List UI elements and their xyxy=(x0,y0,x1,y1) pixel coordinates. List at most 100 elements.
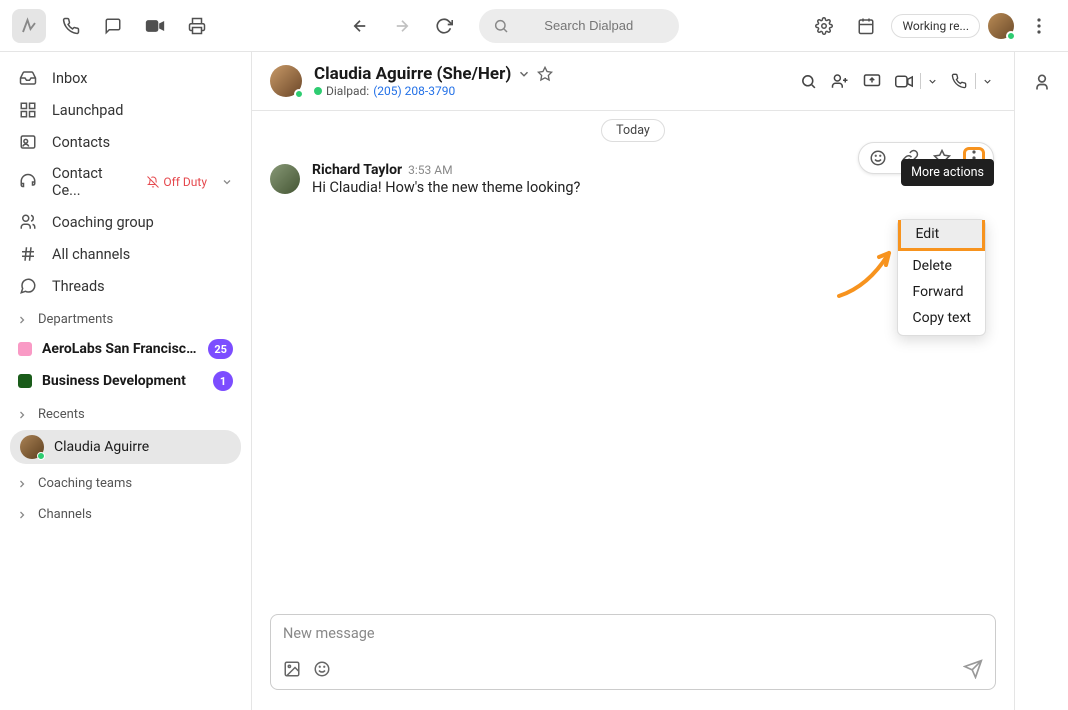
nav-back-icon[interactable] xyxy=(343,9,377,43)
message-actions-menu: Edit Delete Forward Copy text xyxy=(897,219,986,336)
chevron-right-icon xyxy=(16,478,28,490)
profile-icon[interactable] xyxy=(1032,72,1052,92)
send-icon[interactable] xyxy=(963,659,983,679)
dept-label: Business Development xyxy=(42,373,203,389)
section-label: Departments xyxy=(38,312,113,327)
settings-icon[interactable] xyxy=(807,9,841,43)
menu-delete[interactable]: Delete xyxy=(898,253,985,279)
threads-icon xyxy=(18,277,38,295)
search-bar[interactable] xyxy=(479,9,679,43)
section-departments[interactable]: Departments xyxy=(6,302,245,333)
off-duty-badge: Off Duty xyxy=(147,175,207,189)
nav-contact-center[interactable]: Contact Ce... Off Duty xyxy=(6,158,245,206)
star-icon[interactable] xyxy=(537,66,553,82)
section-label: Recents xyxy=(38,407,85,422)
message-author[interactable]: Richard Taylor xyxy=(312,162,402,178)
search-icon xyxy=(493,18,509,34)
composer-area: New message xyxy=(252,602,1014,710)
search-input[interactable] xyxy=(519,18,659,33)
nav-label: Contacts xyxy=(52,134,233,151)
avatar xyxy=(20,435,44,459)
nav-label: Coaching group xyxy=(52,214,233,231)
unread-badge: 25 xyxy=(208,339,233,359)
sub-prefix: Dialpad: xyxy=(326,84,369,98)
section-channels[interactable]: Channels xyxy=(6,497,245,528)
section-label: Coaching teams xyxy=(38,476,132,491)
call-dropdown-icon[interactable] xyxy=(978,67,996,95)
nav-label: Contact Ce... xyxy=(52,165,133,199)
nav-coaching-group[interactable]: Coaching group xyxy=(6,206,245,238)
message-row: Richard Taylor 3:53 AM Hi Claudia! How's… xyxy=(252,158,1014,202)
recent-claudia[interactable]: Claudia Aguirre xyxy=(10,430,241,464)
video-call-icon[interactable] xyxy=(890,67,918,95)
message-icon[interactable] xyxy=(96,9,130,43)
conversation-header: Claudia Aguirre (She/Her) Dialpad: (205)… xyxy=(252,52,1014,111)
refresh-icon[interactable] xyxy=(427,9,461,43)
video-icon[interactable] xyxy=(138,9,172,43)
chevron-right-icon xyxy=(16,409,28,421)
user-avatar[interactable] xyxy=(988,13,1014,39)
nav-label: Inbox xyxy=(52,70,233,87)
composer[interactable]: New message xyxy=(270,614,996,690)
video-dropdown-icon[interactable] xyxy=(923,67,941,95)
nav-contacts[interactable]: Contacts xyxy=(6,126,245,158)
dept-bizdev[interactable]: Business Development 1 xyxy=(6,365,245,397)
recent-label: Claudia Aguirre xyxy=(54,439,149,455)
section-coaching-teams[interactable]: Coaching teams xyxy=(6,466,245,497)
contact-phone[interactable]: (205) 208-3790 xyxy=(373,84,455,98)
menu-edit[interactable]: Edit xyxy=(898,220,985,251)
header-search-icon[interactable] xyxy=(794,67,822,95)
nav-launchpad[interactable]: Launchpad xyxy=(6,94,245,126)
overflow-icon[interactable] xyxy=(1022,9,1056,43)
nav-forward-icon[interactable] xyxy=(385,9,419,43)
menu-copy-text[interactable]: Copy text xyxy=(898,305,985,331)
status-pill[interactable]: Working re... xyxy=(891,14,980,38)
calendar-icon[interactable] xyxy=(849,9,883,43)
right-rail xyxy=(1014,52,1068,710)
annotation-arrow xyxy=(834,241,904,301)
composer-input[interactable]: New message xyxy=(283,625,983,649)
tooltip-more-actions: More actions xyxy=(901,159,994,186)
voice-call-icon[interactable] xyxy=(945,67,973,95)
day-label: Today xyxy=(601,119,665,142)
headset-icon xyxy=(18,173,38,191)
screen-share-icon[interactable] xyxy=(858,67,886,95)
topbar: Working re... xyxy=(0,0,1068,52)
call-icon[interactable] xyxy=(54,9,88,43)
attach-image-icon[interactable] xyxy=(283,660,301,678)
react-icon[interactable] xyxy=(867,147,889,169)
emoji-icon[interactable] xyxy=(313,660,331,678)
hash-icon xyxy=(18,245,38,263)
conversation-pane: Claudia Aguirre (She/Her) Dialpad: (205)… xyxy=(252,52,1014,710)
launchpad-icon xyxy=(18,101,38,119)
unread-badge: 1 xyxy=(213,371,233,391)
contact-avatar[interactable] xyxy=(270,65,302,97)
presence-indicator xyxy=(314,87,322,95)
message-list: Today Richard Taylor 3:53 AM Hi Claudia!… xyxy=(252,111,1014,602)
sidebar: Inbox Launchpad Contacts Contact Ce... O… xyxy=(0,52,252,710)
chevron-down-icon[interactable] xyxy=(517,67,531,81)
nav-label: Launchpad xyxy=(52,102,233,119)
chevron-right-icon xyxy=(16,509,28,521)
section-label: Channels xyxy=(38,507,92,522)
group-icon xyxy=(18,213,38,231)
nav-inbox[interactable]: Inbox xyxy=(6,62,245,94)
off-duty-text: Off Duty xyxy=(163,175,207,189)
inbox-icon xyxy=(18,69,38,87)
chevron-down-icon xyxy=(221,176,233,188)
dept-color-swatch xyxy=(18,342,32,356)
message-avatar[interactable] xyxy=(270,164,300,194)
dept-aerolabs[interactable]: AeroLabs San Francisco CA 25 xyxy=(6,333,245,365)
menu-forward[interactable]: Forward xyxy=(898,279,985,305)
dept-color-swatch xyxy=(18,374,32,388)
message-time: 3:53 AM xyxy=(408,163,452,177)
nav-threads[interactable]: Threads xyxy=(6,270,245,302)
contact-name: Claudia Aguirre (She/Her) xyxy=(314,64,511,84)
chevron-right-icon xyxy=(16,314,28,326)
app-logo[interactable] xyxy=(12,9,46,43)
add-person-icon[interactable] xyxy=(826,67,854,95)
nav-all-channels[interactable]: All channels xyxy=(6,238,245,270)
fax-icon[interactable] xyxy=(180,9,214,43)
message-text: Hi Claudia! How's the new theme looking? xyxy=(312,178,996,198)
section-recents[interactable]: Recents xyxy=(6,397,245,428)
